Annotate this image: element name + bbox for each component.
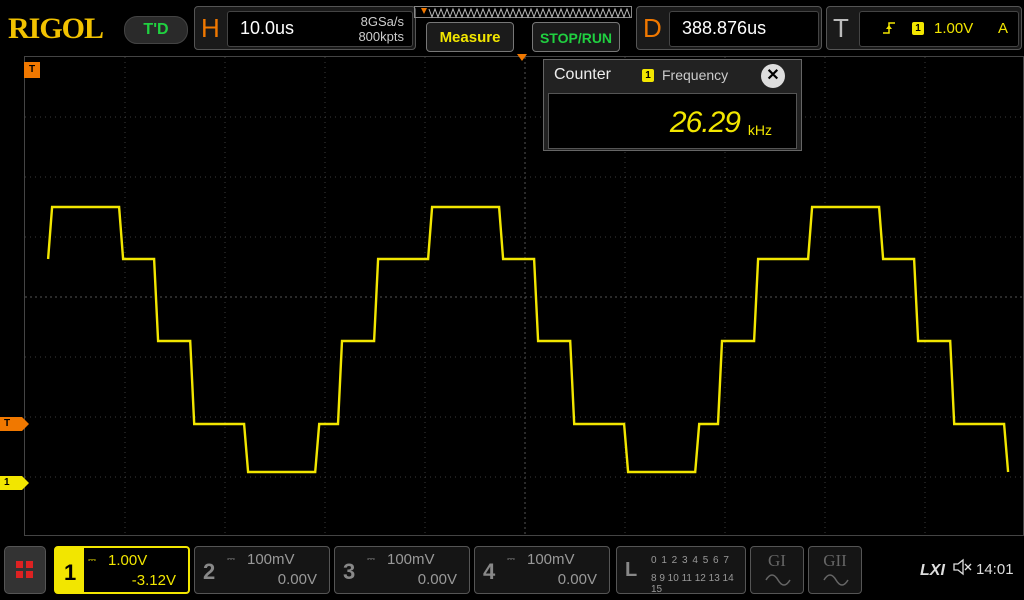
brand-logo: RIGOL: [8, 12, 104, 45]
generator-1-label: GI: [768, 551, 786, 570]
channel-offset: 0.00V: [557, 571, 597, 588]
measure-button[interactable]: Measure: [426, 22, 514, 52]
channel-scale: 1.00V: [108, 552, 148, 569]
main-menu-button[interactable]: [4, 546, 46, 594]
trigger-panel[interactable]: T 1 1.00V A: [826, 6, 1022, 50]
trigger-mode: A: [997, 20, 1008, 37]
channel-scale: 100mV: [387, 551, 435, 568]
trigger-readout: 1 1.00V A: [859, 11, 1019, 47]
channel-4-panel[interactable]: 4 ⎓ 100mV 0.00V: [474, 546, 610, 594]
counter-value: 26.29: [669, 106, 741, 139]
horizontal-letter: H: [201, 13, 220, 43]
channel-3-panel[interactable]: 3 ⎓ 100mV 0.00V: [334, 546, 470, 594]
dc-coupling-icon: ⎓: [507, 554, 515, 565]
channel-number: 3: [343, 559, 356, 584]
system-clock: 14:01: [976, 561, 1014, 578]
sine-wave-icon: [823, 574, 849, 586]
delay-panel[interactable]: D 388.876us: [636, 6, 822, 50]
ch1-waveform: [46, 205, 1010, 474]
counter-unit: kHz: [747, 122, 772, 138]
channel-number: 4: [483, 559, 496, 584]
close-icon[interactable]: ✕: [761, 64, 785, 88]
trigger-level: 1.00V: [934, 20, 974, 37]
dc-coupling-icon: ⎓: [367, 554, 375, 565]
channel-number: 2: [203, 559, 216, 584]
waveform-display[interactable]: [24, 56, 1024, 537]
channel-scale: 100mV: [527, 551, 575, 568]
delay-letter: D: [643, 13, 662, 43]
speaker-muted-icon[interactable]: [952, 558, 972, 581]
horizontal-panel[interactable]: H 10.0us 8GSa/s 800kpts: [194, 6, 416, 50]
generator-2-label: GII: [823, 551, 847, 570]
stop-run-button[interactable]: STOP/RUN: [532, 22, 620, 52]
channel-number: 1: [64, 560, 77, 585]
delay-value: 388.876us: [682, 18, 767, 38]
logic-channels-row-1: 0 1 2 3 4 5 6 7: [651, 555, 730, 566]
logic-analyzer-panel[interactable]: L 0 1 2 3 4 5 6 7 8 9 10 11 12 13 14 15: [616, 546, 746, 595]
generator-1-button[interactable]: GI: [750, 546, 804, 594]
horizontal-readout: 10.0us 8GSa/s 800kpts: [227, 11, 413, 47]
memory-depth: 800kpts: [358, 29, 404, 44]
channel-offset: 0.00V: [277, 571, 317, 588]
trigger-point-icon: [517, 54, 527, 61]
channel-2-panel[interactable]: 2 ⎓ 100mV 0.00V: [194, 546, 330, 594]
ch1-ground-marker[interactable]: 1: [0, 476, 29, 490]
logic-letter: L: [625, 559, 638, 581]
trigger-position-marker[interactable]: T: [24, 62, 40, 78]
lxi-logo[interactable]: LXI: [920, 562, 945, 580]
trigger-level-marker[interactable]: T: [0, 417, 29, 431]
channel-1-panel[interactable]: 1 ⎓ 1.00V -3.12V: [54, 546, 190, 594]
channel-scale: 100mV: [247, 551, 295, 568]
memory-position-bar[interactable]: [414, 6, 632, 19]
channel-offset: -3.12V: [131, 572, 176, 589]
rising-edge-icon: [882, 20, 896, 40]
sample-rate: 8GSa/s: [360, 14, 404, 29]
counter-source-channel: 1: [642, 69, 654, 82]
channel-offset: 0.00V: [417, 571, 457, 588]
sample-info: 8GSa/s 800kpts: [358, 14, 404, 44]
counter-window[interactable]: Counter 1 Frequency ✕ 26.29 kHz: [543, 59, 802, 151]
menu-grid-icon: [16, 561, 23, 568]
dc-coupling-icon: ⎓: [88, 555, 96, 566]
trigger-letter: T: [833, 13, 849, 43]
graticule: [25, 57, 1024, 537]
logic-channels-row-2: 8 9 10 11 12 13 14 15: [651, 573, 734, 595]
sine-wave-icon: [765, 574, 791, 586]
bottom-channel-bar: 1 ⎓ 1.00V -3.12V 2 ⎓ 100mV 0.00V 3 ⎓ 100…: [0, 540, 1024, 600]
delay-readout: 388.876us: [669, 11, 819, 47]
top-status-bar: RIGOL T'D H 10.0us 8GSa/s 800kpts Measur…: [0, 0, 1024, 56]
timebase-value: 10.0us: [240, 18, 295, 38]
trigger-source-channel: 1: [912, 22, 924, 35]
counter-readout: 26.29 kHz: [548, 93, 797, 149]
counter-title: Counter: [554, 66, 611, 83]
acquisition-status-badge[interactable]: T'D: [124, 16, 188, 44]
generator-2-button[interactable]: GII: [808, 546, 862, 594]
counter-measure-type: Frequency: [662, 67, 729, 83]
memory-zigzag-icon: [421, 7, 631, 19]
dc-coupling-icon: ⎓: [227, 554, 235, 565]
